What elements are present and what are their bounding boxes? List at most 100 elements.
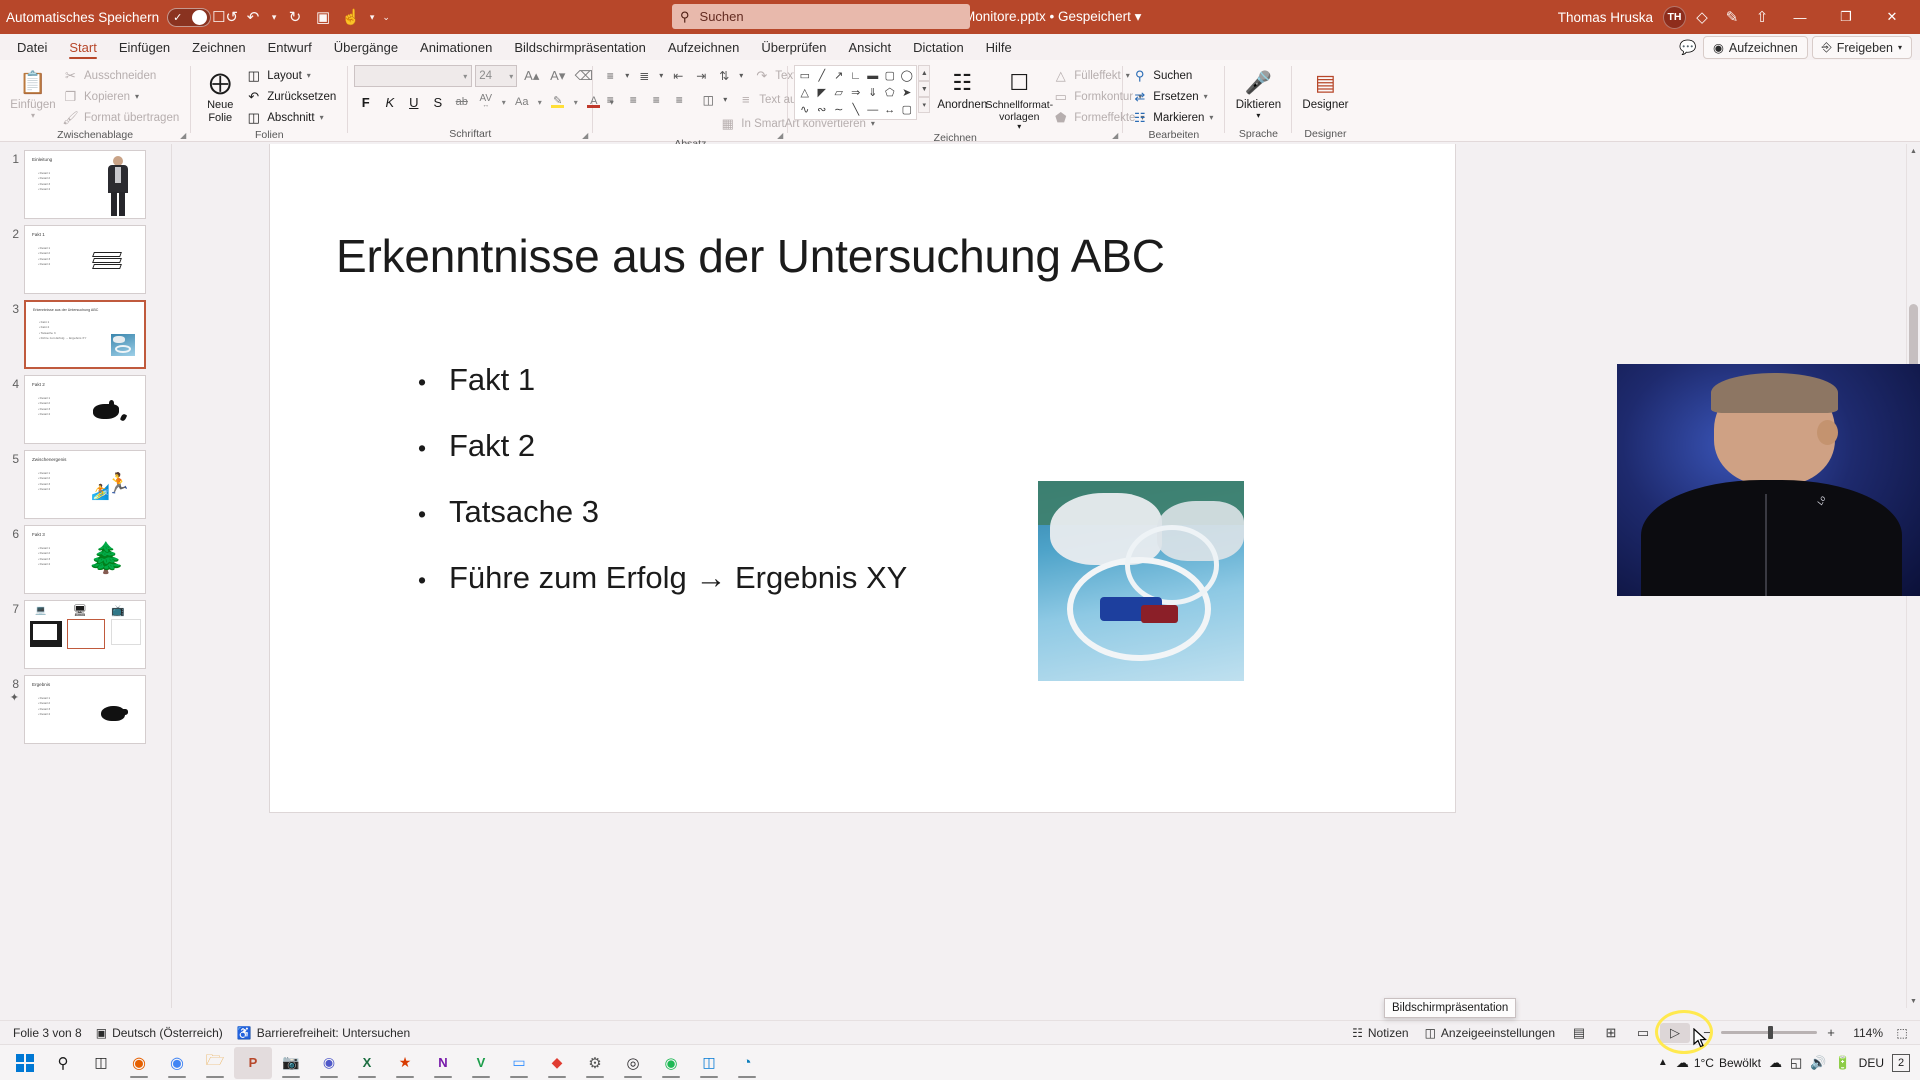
shape-rounded-rect[interactable]: ▢ bbox=[881, 67, 898, 84]
start-button[interactable] bbox=[6, 1047, 44, 1079]
decrease-indent-icon[interactable]: ⇤ bbox=[667, 65, 689, 86]
shapes-more-icon[interactable]: ▾ bbox=[918, 97, 931, 113]
line-spacing-icon[interactable]: ⇅ bbox=[713, 65, 735, 86]
bullets-icon[interactable]: ≡ bbox=[599, 65, 621, 86]
display-settings-button[interactable]: ◫ Anzeigeeinstellungen bbox=[1418, 1024, 1562, 1042]
taskbar-explorer-icon[interactable]: 🗁 bbox=[196, 1047, 234, 1079]
shape-curve[interactable]: ∿ bbox=[796, 101, 813, 118]
reset-button[interactable]: ↶ Zurücksetzen bbox=[243, 86, 341, 107]
tab-ueberpruefen[interactable]: Überprüfen bbox=[750, 37, 837, 60]
font-name-input[interactable]: ▾ bbox=[354, 65, 473, 87]
weather-widget[interactable]: ☁ 1°C Bewölkt bbox=[1676, 1055, 1761, 1071]
numbering-chevron-down-icon[interactable]: ▾ bbox=[656, 65, 666, 86]
language-indicator-tray[interactable]: DEU bbox=[1859, 1056, 1884, 1070]
shape-connector[interactable]: — bbox=[864, 101, 881, 118]
underline-button[interactable]: U bbox=[402, 91, 425, 113]
taskbar-zoom-icon[interactable]: ▭ bbox=[500, 1047, 538, 1079]
customize-quick-access-icon[interactable]: ⌄ bbox=[379, 4, 393, 30]
text-highlight-color-button[interactable]: ✎ bbox=[546, 91, 569, 113]
slide-body-placeholder[interactable]: • Fakt 1 • Fakt 2 • Tatsache 3 • Führe z… bbox=[418, 362, 907, 626]
share-button[interactable]: ⎆ Freigeben ▾ bbox=[1811, 36, 1912, 59]
tray-overflow-button[interactable]: ▲ bbox=[1658, 1057, 1668, 1068]
search-input[interactable] bbox=[699, 9, 962, 24]
thumb-box[interactable]: Fakt 3 Detail 1 Detail 2 Detail 3 Detail… bbox=[24, 525, 146, 594]
new-slide-button[interactable]: ⨁ Neue Folie bbox=[197, 65, 243, 124]
touch-dropdown-icon[interactable]: ▾ bbox=[365, 4, 379, 30]
scroll-up-icon[interactable]: ▲ bbox=[1907, 144, 1920, 158]
slide-canvas[interactable]: Erkenntnisse aus der Untersuchung ABC • … bbox=[270, 144, 1455, 812]
normal-view-button[interactable]: ▤ bbox=[1564, 1023, 1594, 1043]
taskbar-settings-icon[interactable]: ⚙ bbox=[576, 1047, 614, 1079]
shape-arrow[interactable]: ↗ bbox=[830, 67, 847, 84]
shape-elbow[interactable]: ∟ bbox=[847, 67, 864, 84]
taskbar-files-icon[interactable]: ◫ bbox=[690, 1047, 728, 1079]
taskbar-camtasia-icon[interactable]: V bbox=[462, 1047, 500, 1079]
drawing-dialog-launcher[interactable]: ◢ bbox=[1112, 131, 1118, 140]
shape-arrow-right[interactable]: ⇒ bbox=[847, 84, 864, 101]
slide-thumbnail-7[interactable]: 7 💻 🖥 📺 bbox=[0, 594, 171, 669]
taskbar-excel-icon[interactable]: X bbox=[348, 1047, 386, 1079]
slide-thumbnail-pane[interactable]: 1 Einleitung Detail 1 Detail 2 Detail 3 … bbox=[0, 144, 172, 1008]
ribbon-display-options-icon[interactable]: ⇧ bbox=[1748, 4, 1776, 30]
font-size-input[interactable]: 24 ▾ bbox=[475, 65, 518, 87]
slide-thumbnail-5[interactable]: 5 Zwischenergenis Detail 1 Detail 2 Deta… bbox=[0, 444, 171, 519]
battery-tray-icon[interactable]: 🔋 bbox=[1834, 1055, 1850, 1071]
tab-start[interactable]: Start bbox=[58, 37, 107, 60]
thumb-box[interactable]: Ergebnis Detail 1 Detail 2 Detail 3 Deta… bbox=[24, 675, 146, 744]
taskbar-onenote-icon[interactable]: N bbox=[424, 1047, 462, 1079]
increase-indent-icon[interactable]: ⇥ bbox=[690, 65, 712, 86]
shape-chevron[interactable]: ➤ bbox=[898, 84, 915, 101]
cut-button[interactable]: ✂ Ausschneiden bbox=[60, 65, 184, 86]
tab-entwurf[interactable]: Entwurf bbox=[257, 37, 323, 60]
shape-arrow-down[interactable]: ⇓ bbox=[864, 84, 881, 101]
zoom-in-button[interactable]: + bbox=[1824, 1025, 1838, 1040]
columns-icon[interactable]: ◫ bbox=[697, 89, 719, 110]
shape-triangle[interactable]: △ bbox=[796, 84, 813, 101]
tab-animationen[interactable]: Animationen bbox=[409, 37, 503, 60]
italic-button[interactable]: K bbox=[378, 91, 401, 113]
presenter-video-overlay[interactable]: Lo bbox=[1617, 364, 1920, 596]
tab-hilfe[interactable]: Hilfe bbox=[975, 37, 1023, 60]
quick-styles-button[interactable]: ☐ Schnellformat- vorlagen ▾ bbox=[985, 65, 1053, 131]
slide-thumbnail-1[interactable]: 1 Einleitung Detail 1 Detail 2 Detail 3 … bbox=[0, 144, 171, 219]
slide-thumbnail-8[interactable]: 8 ✦ Ergebnis Detail 1 Detail 2 Detail 3 … bbox=[0, 669, 171, 744]
change-case-chevron-down-icon[interactable]: ▾ bbox=[534, 91, 545, 113]
columns-chevron-down-icon[interactable]: ▾ bbox=[720, 89, 730, 110]
shape-pentagon[interactable]: ⬠ bbox=[881, 84, 898, 101]
shape-diag-line[interactable]: ╲ bbox=[847, 101, 864, 118]
character-spacing-chevron-down-icon[interactable]: ▾ bbox=[498, 91, 509, 113]
zoom-slider[interactable] bbox=[1721, 1026, 1817, 1039]
fit-slide-to-window-button[interactable]: ⬚ bbox=[1890, 1023, 1914, 1043]
shape-rectangle[interactable]: ▬ bbox=[864, 67, 881, 84]
slide-thumbnail-6[interactable]: 6 Fakt 3 Detail 1 Detail 2 Detail 3 Deta… bbox=[0, 519, 171, 594]
justify-icon[interactable]: ≡ bbox=[668, 89, 690, 110]
shape-oval[interactable]: ◯ bbox=[898, 67, 915, 84]
character-spacing-button[interactable]: AV ↔ bbox=[474, 91, 497, 113]
change-case-button[interactable]: Aa bbox=[510, 91, 533, 113]
slide-title[interactable]: Erkenntnisse aus der Untersuchung ABC bbox=[336, 229, 1165, 283]
reading-view-button[interactable]: ▭ bbox=[1628, 1023, 1658, 1043]
align-center-icon[interactable]: ≡ bbox=[622, 89, 644, 110]
taskbar-teams-icon[interactable]: ◉ bbox=[310, 1047, 348, 1079]
onedrive-tray-icon[interactable]: ☁ bbox=[1769, 1055, 1782, 1071]
shape-double-arrow[interactable]: ↔ bbox=[881, 101, 898, 118]
format-painter-button[interactable]: 🖌 Format übertragen bbox=[60, 107, 184, 128]
tab-einfuegen[interactable]: Einfügen bbox=[108, 37, 181, 60]
accessibility-indicator[interactable]: ♿ Barrierefreiheit: Untersuchen bbox=[230, 1024, 417, 1042]
numbering-icon[interactable]: ≣ bbox=[633, 65, 655, 86]
arrange-button[interactable]: ☷ Anordnen bbox=[936, 65, 988, 112]
undo-dropdown-icon[interactable]: ▾ bbox=[267, 4, 281, 30]
clipboard-dialog-launcher[interactable]: ◢ bbox=[180, 131, 186, 140]
taskbar-task-view-icon[interactable]: ◫ bbox=[82, 1047, 120, 1079]
undo-icon[interactable]: ↶ bbox=[239, 4, 267, 30]
volume-tray-icon[interactable]: 🔊 bbox=[1810, 1055, 1826, 1071]
line-spacing-chevron-down-icon[interactable]: ▾ bbox=[736, 65, 746, 86]
select-button[interactable]: ☷ Markieren ▾ bbox=[1129, 107, 1218, 128]
title-chevron-down-icon[interactable]: ▾ bbox=[1135, 9, 1142, 24]
avatar[interactable]: TH bbox=[1663, 5, 1686, 29]
taskbar-camera-icon[interactable]: 📷 bbox=[272, 1047, 310, 1079]
diamond-icon[interactable]: ◇ bbox=[1688, 4, 1716, 30]
taskbar-snagit-icon[interactable]: ◆ bbox=[538, 1047, 576, 1079]
slide-sorter-view-button[interactable]: ⊞ bbox=[1596, 1023, 1626, 1043]
bold-button[interactable]: F bbox=[354, 91, 377, 113]
